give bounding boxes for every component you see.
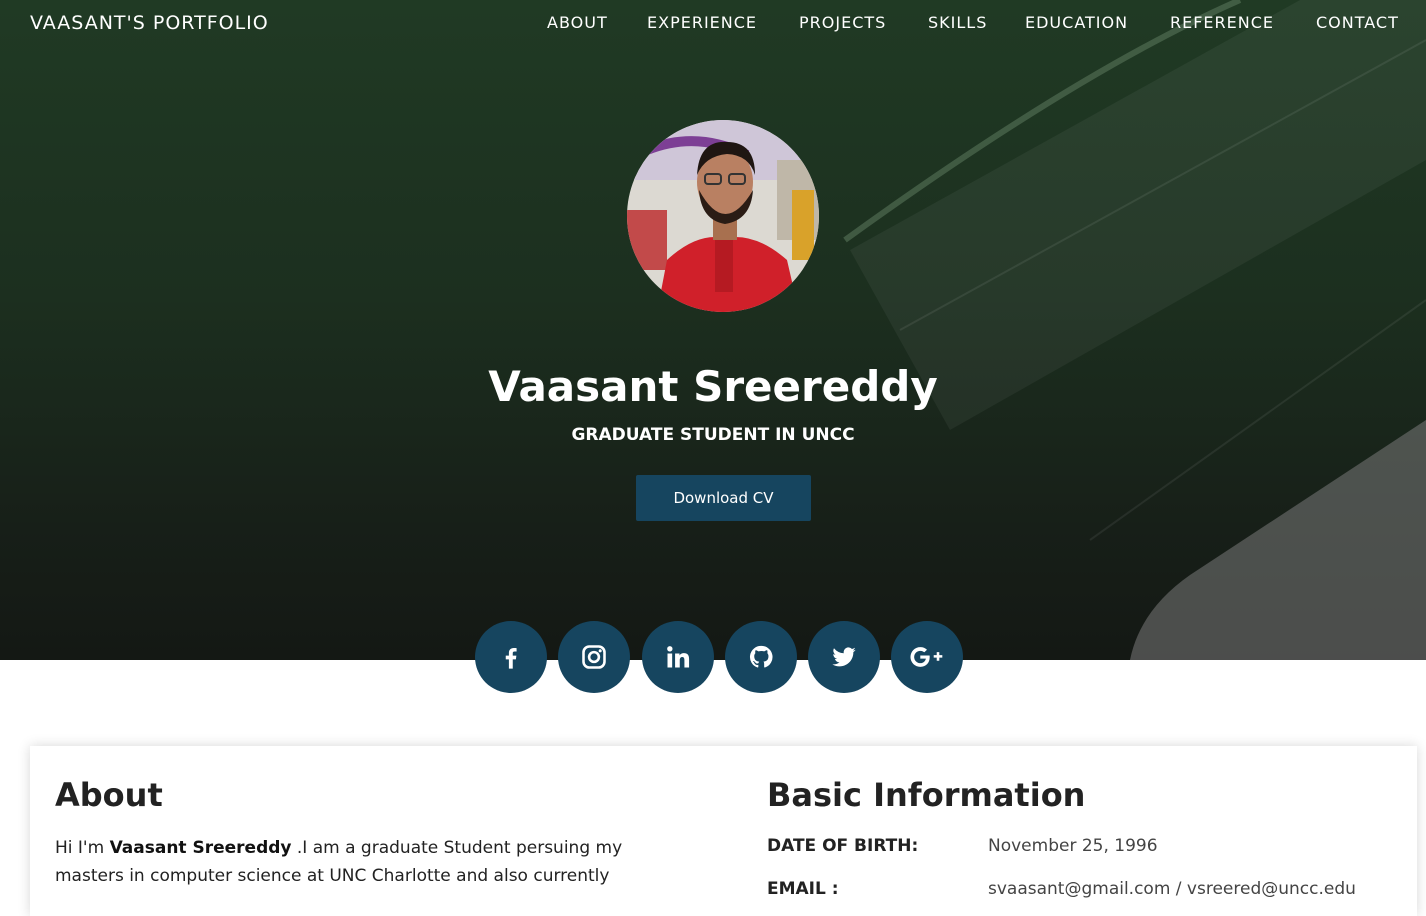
nav-link-experience[interactable]: EXPERIENCE [647, 13, 757, 32]
profile-avatar [627, 120, 819, 312]
portfolio-brand[interactable]: VAASANT'S PORTFOLIO [30, 12, 269, 34]
dob-label: DATE OF BIRTH: [767, 836, 919, 856]
nav-link-skills[interactable]: SKILLS [928, 13, 987, 32]
hero-name: Vaasant Sreereddy [488, 362, 938, 411]
nav-link-about[interactable]: ABOUT [547, 13, 608, 32]
about-paragraph: Hi I'm Vaasant Sreereddy .I am a graduat… [55, 834, 655, 890]
hero-subtitle: GRADUATE STUDENT IN UNCC [571, 425, 855, 445]
instagram-icon [582, 645, 606, 669]
dob-value: November 25, 1996 [988, 836, 1158, 856]
basic-information-heading: Basic Information [767, 776, 1086, 814]
download-cv-button[interactable]: Download CV [636, 475, 811, 521]
github-button[interactable] [725, 621, 797, 693]
facebook-icon [505, 648, 517, 669]
email-label: EMAIL : [767, 879, 839, 899]
google-plus-icon [910, 647, 943, 667]
nav-link-reference[interactable]: REFERENCE [1170, 13, 1274, 32]
about-heading: About [55, 776, 163, 814]
linkedin-button[interactable] [642, 621, 714, 693]
email-value[interactable]: svaasant@gmail.com / vsreered@uncc.edu [988, 879, 1356, 899]
top-navbar: VAASANT'S PORTFOLIO ABOUT EXPERIENCE PRO… [0, 0, 1426, 46]
github-icon [749, 645, 773, 668]
google-plus-button[interactable] [891, 621, 963, 693]
about-intro-name: Vaasant Sreereddy [109, 838, 292, 858]
twitter-button[interactable] [808, 621, 880, 693]
linkedin-icon [667, 646, 690, 668]
nav-link-contact[interactable]: CONTACT [1316, 13, 1399, 32]
profile-photo [627, 120, 819, 312]
nav-link-education[interactable]: EDUCATION [1025, 13, 1128, 32]
about-intro-prefix: Hi I'm [55, 838, 110, 858]
twitter-icon [832, 647, 856, 667]
instagram-button[interactable] [558, 621, 630, 693]
nav-link-projects[interactable]: PROJECTS [799, 13, 886, 32]
hero-background-laptop-image [843, 0, 1426, 660]
hero-section: VAASANT'S PORTFOLIO ABOUT EXPERIENCE PRO… [0, 0, 1426, 660]
facebook-button[interactable] [475, 621, 547, 693]
